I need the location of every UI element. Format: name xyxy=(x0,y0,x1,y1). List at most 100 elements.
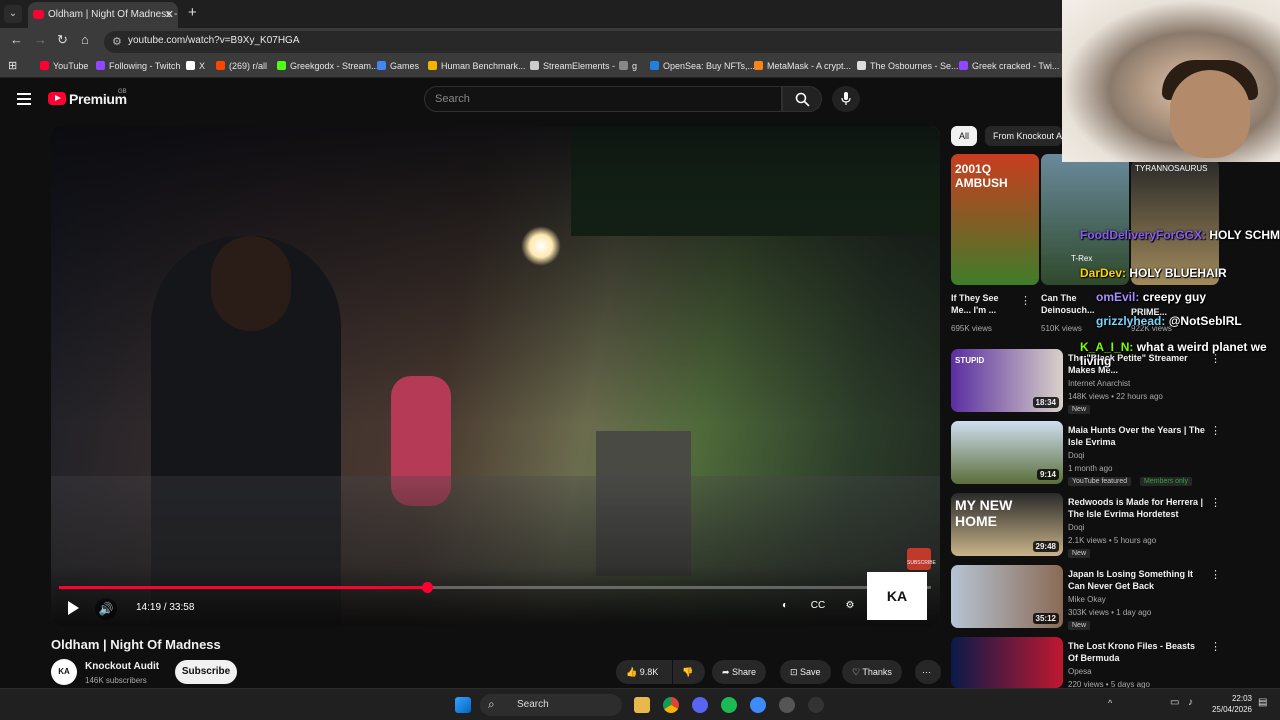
more-options-icon[interactable]: ⋮ xyxy=(1210,568,1221,581)
close-tab-icon[interactable]: ✕ xyxy=(165,2,174,28)
chip-from-channel[interactable]: From Knockout A xyxy=(985,126,1062,146)
address-bar[interactable]: ⚙ youtube.com/watch?v=B9Xy_K07HGA xyxy=(104,31,1062,53)
share-button[interactable]: ➦ Share xyxy=(712,660,767,684)
dislike-button[interactable]: 👎 xyxy=(673,660,705,684)
app-icon[interactable] xyxy=(750,697,766,713)
rec-channel[interactable]: Opesa xyxy=(1068,665,1092,678)
bookmark-item[interactable]: X xyxy=(186,61,205,71)
video-title: Oldham | Night Of Madness xyxy=(51,637,221,652)
captions-icon[interactable]: CC xyxy=(808,600,828,616)
channel-avatar[interactable]: KA xyxy=(51,659,77,685)
channel-name[interactable]: Knockout Audit xyxy=(85,661,159,672)
thanks-button[interactable]: ♡ Thanks xyxy=(842,660,902,684)
more-options-icon[interactable]: ⋮ xyxy=(1210,640,1221,653)
chrome-icon[interactable] xyxy=(663,697,679,713)
youtube-logo-icon[interactable] xyxy=(48,92,66,105)
region-code: GB xyxy=(118,89,127,95)
bookmark-label: MetaMask - A crypt... xyxy=(767,61,852,71)
scrubber-handle[interactable] xyxy=(421,582,433,593)
bookmark-item[interactable]: (269) r/all xyxy=(216,61,267,71)
bookmark-item[interactable]: Greek cracked - Twi... xyxy=(959,61,1059,71)
like-button[interactable]: 👍 9.8K xyxy=(616,660,672,684)
voice-search-button[interactable] xyxy=(832,86,860,112)
notifications-icon[interactable]: ▤ xyxy=(1258,697,1267,708)
windows-start-icon[interactable] xyxy=(455,697,471,713)
youtube-favicon-icon xyxy=(33,10,44,19)
bookmark-item[interactable]: MetaMask - A crypt... xyxy=(754,61,851,71)
subscribe-button[interactable]: Subscribe xyxy=(175,660,237,684)
back-icon[interactable]: ← xyxy=(10,32,23,47)
rec-channel[interactable]: Internet Anarchist xyxy=(1068,377,1130,390)
autoplay-toggle-icon[interactable]: ◐ xyxy=(775,600,795,616)
fullscreen-icon[interactable]: ⛶ xyxy=(904,600,924,616)
bookmark-item[interactable]: g xyxy=(619,61,637,71)
rec-thumbnail[interactable]: 2001Q AMBUSH xyxy=(951,154,1039,285)
bookmark-favicon-icon xyxy=(277,61,286,70)
play-icon[interactable] xyxy=(65,600,81,616)
more-options-icon[interactable]: ⋮ xyxy=(1210,496,1221,509)
rec-title[interactable]: The Lost Krono Files - Beasts Of Bermuda xyxy=(1068,640,1206,664)
apps-grid-icon[interactable]: ⊞ xyxy=(8,59,17,72)
rec-thumbnail[interactable] xyxy=(951,637,1063,688)
site-info-icon[interactable]: ⚙ xyxy=(112,35,122,48)
home-icon[interactable]: ⌂ xyxy=(81,32,89,47)
browser-tab[interactable]: Oldham | Night Of Madness - Y ✕ xyxy=(28,2,178,28)
rec-title[interactable]: Redwoods is Made for Herrera | The Isle … xyxy=(1068,496,1206,520)
share-label: Share xyxy=(732,667,757,677)
tray-chevron-icon[interactable]: ^ xyxy=(1108,698,1112,708)
chip-all[interactable]: All xyxy=(951,126,978,146)
bookmark-favicon-icon xyxy=(857,61,866,70)
bookmark-favicon-icon xyxy=(959,61,968,70)
bookmark-item[interactable]: OpenSea: Buy NFTs,... xyxy=(650,61,755,71)
bookmark-favicon-icon xyxy=(40,61,49,70)
network-icon[interactable]: ▭ xyxy=(1170,697,1179,708)
rec-channel[interactable]: Mike Okay xyxy=(1068,593,1106,606)
rec-title[interactable]: Japan Is Losing Something It Can Never G… xyxy=(1068,568,1206,592)
tab-title: Oldham | Night Of Madness - Y xyxy=(48,9,178,20)
miniplayer-icon[interactable]: ▭ xyxy=(872,600,892,616)
obs-icon[interactable] xyxy=(779,697,795,713)
file-explorer-icon[interactable] xyxy=(634,697,650,713)
clock[interactable]: 22:03 25/04/2026 xyxy=(1204,693,1252,715)
subscribe-watermark-icon[interactable]: SUBSCRIBE xyxy=(907,548,936,570)
taskbar-search[interactable]: ⌕ Search xyxy=(480,694,622,716)
new-tab-icon[interactable]: + xyxy=(188,4,197,21)
rec-title[interactable]: If They See Me... I'm ... xyxy=(951,292,1021,316)
bookmark-item[interactable]: Human Benchmark... xyxy=(428,61,526,71)
bookmark-item[interactable]: Following - Twitch xyxy=(96,61,180,71)
reload-icon[interactable]: ↻ xyxy=(57,32,68,48)
search-input[interactable]: Search xyxy=(424,86,782,112)
rec-thumbnail[interactable]: STUPID 18:34 xyxy=(951,349,1063,412)
rec-meta: 1 month ago xyxy=(1068,464,1113,473)
volume-icon[interactable]: ♪ xyxy=(1188,697,1193,708)
rec-channel[interactable]: Doqi xyxy=(1068,449,1084,462)
bookmark-item[interactable]: StreamElements - xyxy=(530,61,615,71)
bookmark-item[interactable]: Greekgodx - Stream... xyxy=(277,61,379,71)
spotify-icon[interactable] xyxy=(721,697,737,713)
discord-icon[interactable] xyxy=(692,697,708,713)
rec-thumbnail[interactable]: 9:14 xyxy=(951,421,1063,484)
bookmark-item[interactable]: YouTube xyxy=(40,61,88,71)
forward-icon[interactable]: → xyxy=(34,32,47,47)
volume-icon[interactable]: 🔊 xyxy=(95,598,117,620)
rec-thumbnail[interactable]: 35:12 xyxy=(951,565,1063,628)
rec-thumbnail[interactable]: MY NEW HOME 29:48 xyxy=(951,493,1063,556)
bookmark-item[interactable]: Games xyxy=(377,61,419,71)
settings-icon[interactable]: ⚙ xyxy=(840,600,860,616)
search-button[interactable] xyxy=(782,86,822,112)
rec-title[interactable]: Maia Hunts Over the Years | The Isle Evr… xyxy=(1068,424,1206,448)
bookmark-favicon-icon xyxy=(186,61,195,70)
bookmark-label: g xyxy=(632,61,638,71)
thumbnail-text: 2001Q AMBUSH xyxy=(955,162,1008,190)
rec-channel[interactable]: Doqi xyxy=(1068,521,1084,534)
save-button[interactable]: ⊡ Save xyxy=(780,660,831,684)
more-actions-icon[interactable]: ⋯ xyxy=(915,660,941,684)
app-icon-2[interactable] xyxy=(808,697,824,713)
bookmark-item[interactable]: The Osbournes - Se... xyxy=(857,61,959,71)
more-options-icon[interactable]: ⋮ xyxy=(1020,294,1031,307)
menu-icon[interactable] xyxy=(17,93,31,105)
more-options-icon[interactable]: ⋮ xyxy=(1210,424,1221,437)
video-player[interactable]: SUBSCRIBE KA 🔊 14:19 / 33:58 ◐ CC ⚙ ▭ ⛶ xyxy=(51,126,940,626)
tab-search-icon[interactable]: ⌄ xyxy=(4,5,22,23)
progress-bar[interactable] xyxy=(59,582,931,593)
